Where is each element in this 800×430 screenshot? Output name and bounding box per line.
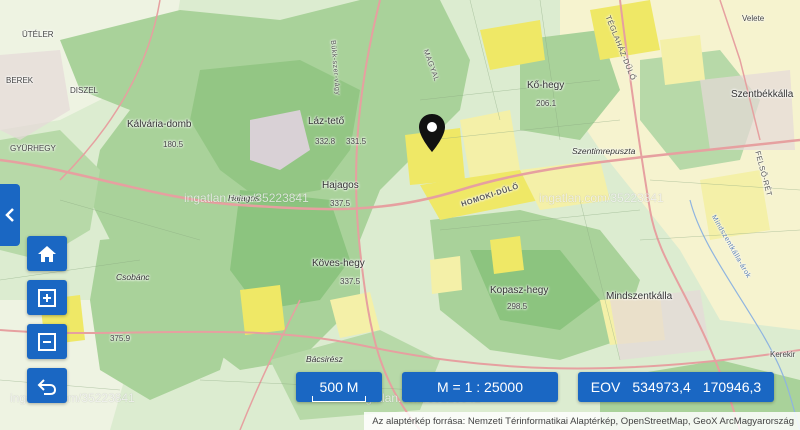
side-panel-toggle[interactable] [0, 184, 20, 246]
elevation-label: 337.5 [340, 277, 361, 286]
scale-bar: 500 M [296, 372, 382, 402]
map-label: Szentbékkálla [731, 89, 794, 100]
watermark: ingatlan.com/35223841 [184, 191, 309, 205]
back-button[interactable] [27, 368, 67, 403]
location-pin-icon[interactable] [417, 113, 447, 153]
map-label: Kő-hegy [527, 80, 565, 91]
map-label: GYÜRHEGY [10, 144, 56, 153]
coordinate-y: 170946,3 [702, 379, 762, 395]
elevation-label: 206.1 [536, 99, 557, 108]
map-label: Hajagos [322, 180, 359, 191]
elevation-label: 332.8 [315, 137, 336, 146]
elevation-label: 375.9 [110, 334, 131, 343]
zoom-in-button[interactable] [27, 280, 67, 315]
coordinate-readout: EOV 534973,4 170946,3 [578, 372, 774, 402]
coordinate-system: EOV [590, 379, 621, 395]
map-label: DISZEL [70, 86, 99, 95]
scale-ratio-label: M = 1 : 25000 [436, 379, 523, 395]
coordinate-x: 534973,4 [632, 379, 691, 395]
elevation-label: 298.5 [507, 302, 528, 311]
map-label: Kopasz-hegy [490, 285, 549, 296]
zoom-in-icon [38, 288, 56, 307]
chevron-left-icon [5, 208, 14, 222]
home-icon [38, 245, 56, 262]
map-label: Köves-hegy [312, 258, 365, 269]
map-canvas[interactable] [0, 0, 800, 430]
map-label: Kerekir [770, 350, 796, 359]
elevation-label: 331.5 [346, 137, 367, 146]
map-label: Velete [742, 14, 765, 23]
watermark: ingatlan.com/35223841 [539, 191, 664, 205]
map-label: Kálvária-domb [127, 119, 192, 130]
zoom-out-icon [38, 332, 56, 351]
undo-icon [37, 378, 57, 395]
map-attribution: Az alaptérkép forrása: Nemzeti Térinform… [364, 412, 800, 430]
map-label: Bácsirész [306, 354, 343, 364]
map-label: ÜTÉLER [22, 30, 54, 39]
elevation-label: 180.5 [163, 140, 184, 149]
map-label: Szentimrepuszta [572, 146, 636, 156]
map-label: BEREK [6, 76, 34, 85]
zoom-out-button[interactable] [27, 324, 67, 359]
map-label: Láz-tető [308, 116, 345, 127]
map-label: Csobánc [116, 272, 150, 282]
map-label: Mindszentkálla [606, 291, 673, 302]
scale-bar-label: 500 M [308, 379, 371, 402]
elevation-label: 337.5 [330, 199, 351, 208]
scale-ratio: M = 1 : 25000 [402, 372, 558, 402]
home-button[interactable] [27, 236, 67, 271]
